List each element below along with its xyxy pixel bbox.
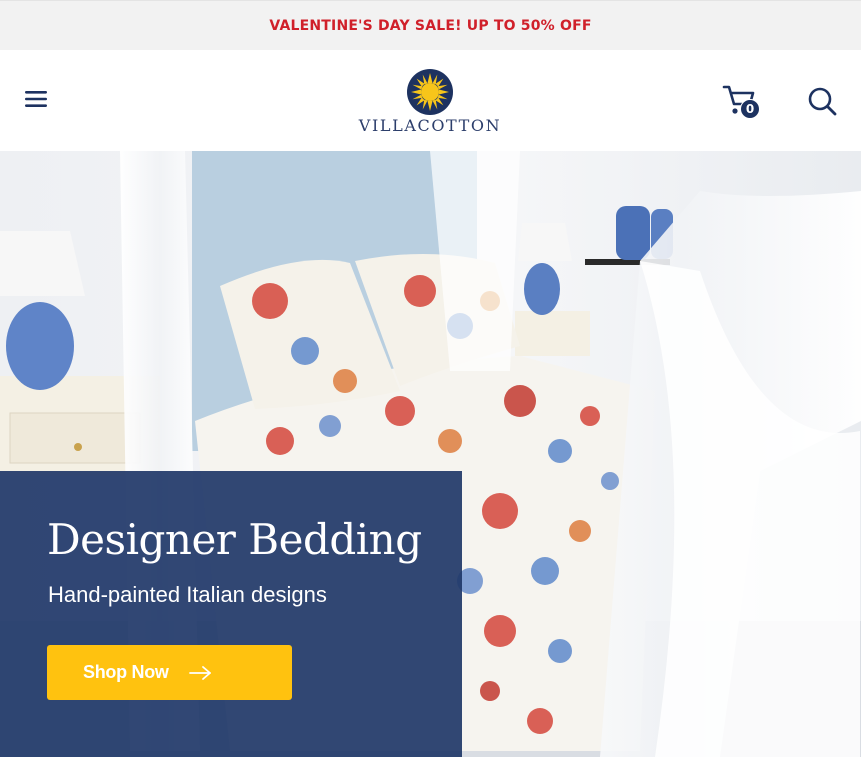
search-button[interactable] (806, 85, 838, 117)
hero-title: Designer Bedding (47, 515, 422, 564)
shop-now-button[interactable]: Shop Now (47, 645, 292, 700)
announcement-text: VALENTINE'S DAY SALE! UP TO 50% OFF (269, 17, 592, 34)
logo-wordmark: VILLACOTTON (358, 116, 502, 135)
search-icon (808, 87, 837, 116)
announcement-bar: VALENTINE'S DAY SALE! UP TO 50% OFF (0, 0, 861, 50)
hero-promo-panel: Designer Bedding Hand-painted Italian de… (0, 471, 462, 757)
site-header: VILLACOTTON 0 (0, 50, 861, 151)
hamburger-menu-icon[interactable] (22, 87, 50, 111)
hero-banner: Designer Bedding Hand-painted Italian de… (0, 151, 861, 757)
site-logo[interactable]: VILLACOTTON (345, 66, 515, 138)
sun-logo-icon (405, 67, 455, 117)
hero-subtitle: Hand-painted Italian designs (48, 582, 327, 607)
arrow-right-icon (188, 665, 211, 680)
cart-button[interactable]: 0 (722, 83, 764, 121)
cart-count-badge: 0 (740, 99, 760, 119)
shop-now-label: Shop Now (83, 662, 169, 682)
